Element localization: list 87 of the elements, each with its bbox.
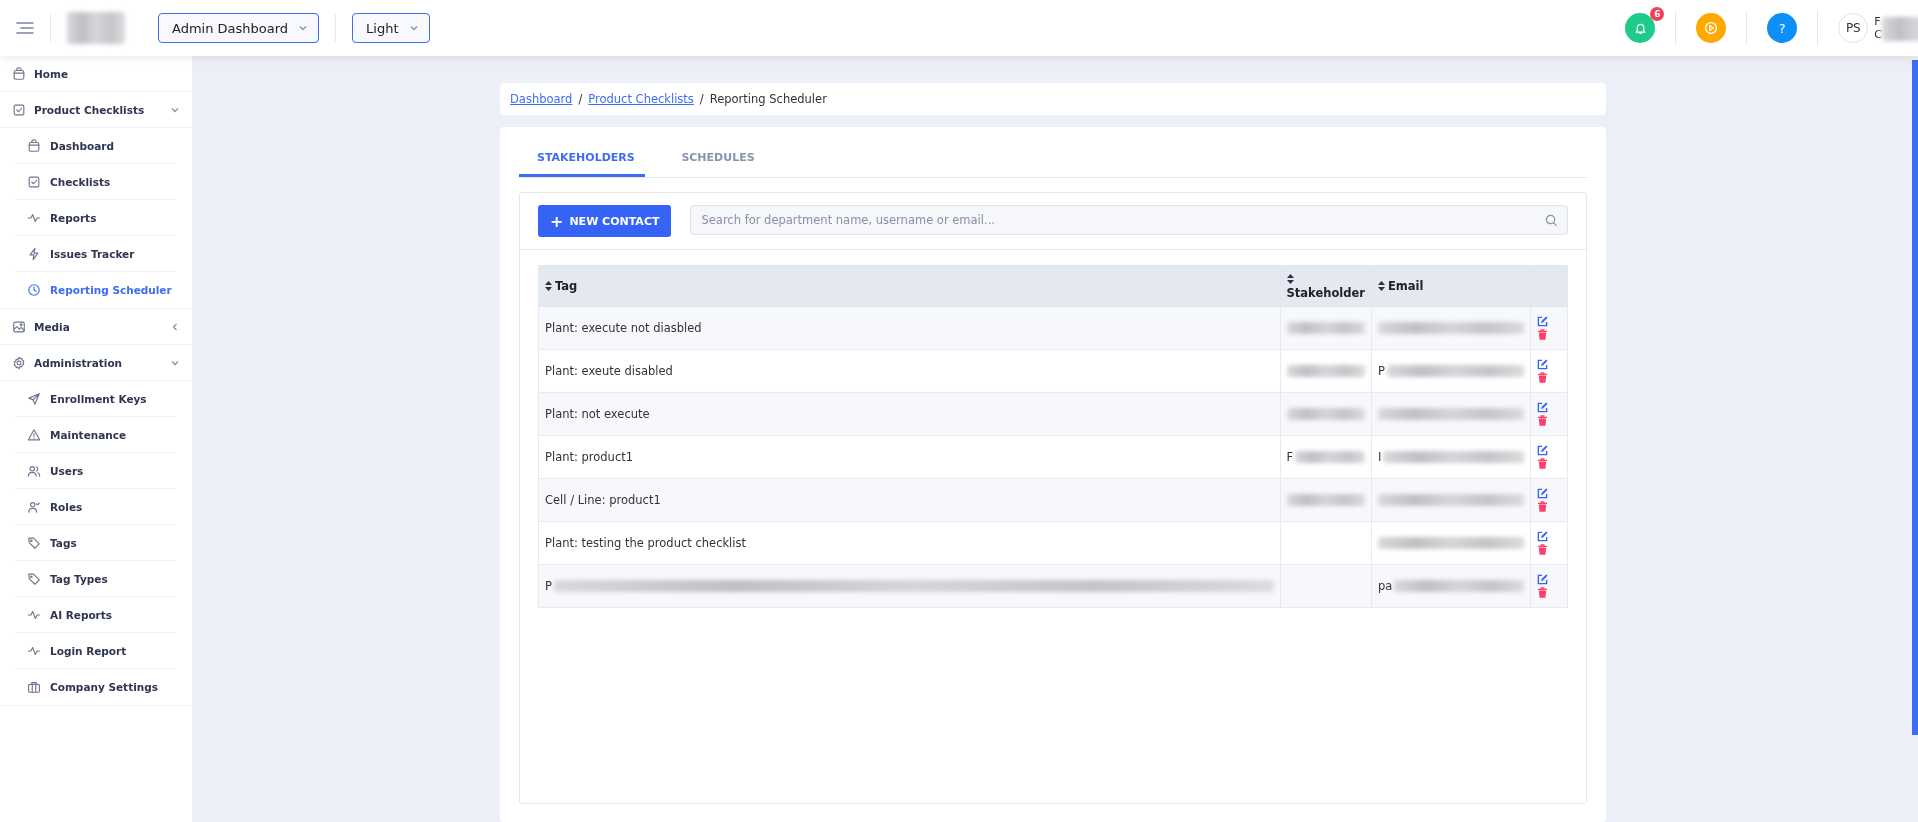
sidebar-item[interactable]: Users bbox=[15, 453, 176, 489]
lightning-icon bbox=[27, 246, 41, 261]
edit-icon[interactable] bbox=[1537, 488, 1548, 499]
cell-text: F bbox=[1286, 450, 1294, 464]
cell-text: Plant: testing the product checklist bbox=[545, 536, 746, 550]
edit-icon[interactable] bbox=[1537, 531, 1548, 542]
breadcrumb-current: Reporting Scheduler bbox=[709, 92, 827, 106]
bag-icon bbox=[27, 138, 41, 153]
user-check-icon bbox=[27, 499, 41, 514]
bag-icon bbox=[12, 66, 26, 81]
checkbox-icon bbox=[27, 174, 41, 189]
users-icon bbox=[27, 463, 41, 478]
column-header[interactable]: Email bbox=[1378, 279, 1424, 293]
trash-icon[interactable] bbox=[1537, 372, 1548, 383]
sidebar-item[interactable]: Home bbox=[0, 56, 192, 92]
sidebar-item[interactable]: Issues Tracker bbox=[15, 236, 176, 272]
cell-text: I bbox=[1378, 450, 1382, 464]
sort-icon[interactable] bbox=[1286, 274, 1294, 284]
tab[interactable]: STAKEHOLDERS bbox=[519, 139, 645, 177]
breadcrumb-separator: / bbox=[578, 92, 583, 106]
sidebar-item[interactable]: Maintenance bbox=[15, 417, 176, 453]
tag-icon bbox=[27, 571, 41, 586]
tag-icon bbox=[27, 535, 41, 550]
cell-text: Plant: execute not diasbled bbox=[545, 321, 702, 335]
edit-icon[interactable] bbox=[1537, 316, 1548, 327]
edit-icon[interactable] bbox=[1537, 359, 1548, 370]
paper-plane-icon bbox=[27, 391, 41, 406]
chevron-down-icon bbox=[408, 23, 419, 33]
dropdown[interactable]: Admin Dashboard bbox=[158, 13, 320, 43]
sidebar-item[interactable]: Administration bbox=[0, 345, 192, 381]
sidebar-item[interactable]: Checklists bbox=[15, 164, 176, 200]
search-field[interactable]: Search for department name, username or email... bbox=[690, 205, 1568, 235]
breadcrumb-link[interactable]: Dashboard bbox=[510, 92, 573, 106]
user-name-text: F bbox=[1874, 15, 1882, 28]
edit-icon[interactable] bbox=[1537, 445, 1548, 456]
edit-icon[interactable] bbox=[1537, 402, 1548, 413]
breadcrumb-separator: / bbox=[699, 92, 704, 106]
breadcrumb-link[interactable]: Product Checklists bbox=[588, 92, 694, 106]
new-contact-button[interactable]: + NEW CONTACT bbox=[538, 205, 672, 237]
trash-icon[interactable] bbox=[1537, 501, 1548, 512]
dropdown[interactable]: Light bbox=[352, 13, 430, 43]
sidebar-item[interactable]: Login Report bbox=[15, 633, 176, 669]
image-icon bbox=[12, 319, 26, 334]
menu-icon[interactable] bbox=[16, 21, 34, 35]
cell-text: Cell / Line: product1 bbox=[545, 493, 661, 507]
sidebar-item[interactable]: AI Reports bbox=[15, 597, 176, 633]
cell-text: pa bbox=[1378, 579, 1393, 593]
sidebar-item[interactable]: Media bbox=[0, 309, 192, 345]
cell-text: P bbox=[1378, 364, 1385, 378]
sidebar-item[interactable]: Product Checklists bbox=[0, 92, 192, 128]
trash-icon[interactable] bbox=[1537, 415, 1548, 426]
play-button[interactable] bbox=[1696, 13, 1727, 43]
edit-icon[interactable] bbox=[1537, 574, 1548, 585]
sidebar-item[interactable]: Tags bbox=[15, 525, 176, 561]
column-header[interactable]: Tag bbox=[545, 279, 578, 293]
sort-icon[interactable] bbox=[545, 281, 552, 291]
warning-icon bbox=[27, 427, 41, 442]
scrollbar[interactable] bbox=[1912, 60, 1918, 735]
play-icon bbox=[1704, 21, 1719, 35]
trash-icon[interactable] bbox=[1537, 544, 1548, 555]
sort-icon[interactable] bbox=[1378, 281, 1385, 291]
sidebar-item[interactable]: Roles bbox=[15, 489, 176, 525]
sidebar-item[interactable]: Reports bbox=[15, 200, 176, 236]
sidebar-item[interactable]: Dashboard bbox=[15, 128, 176, 164]
redaction-blur bbox=[1295, 451, 1365, 463]
sidebar-item[interactable]: Reporting Scheduler bbox=[15, 272, 176, 308]
user-avatar[interactable]: PS bbox=[1838, 13, 1869, 43]
sidebar-item[interactable]: Tag Types bbox=[15, 561, 176, 597]
trash-icon[interactable] bbox=[1537, 587, 1548, 598]
trash-icon[interactable] bbox=[1537, 458, 1548, 469]
bell-icon bbox=[1633, 21, 1647, 35]
cell-text: Plant: not execute bbox=[545, 407, 650, 421]
trash-icon[interactable] bbox=[1537, 329, 1548, 340]
cell-text: Plant: exeute disabled bbox=[545, 364, 673, 378]
cell-text: P bbox=[545, 579, 552, 593]
briefcase-icon bbox=[27, 680, 41, 694]
user-name-text: C bbox=[1874, 28, 1882, 41]
sidebar-item[interactable]: Enrollment Keys bbox=[15, 381, 176, 417]
sidebar-item[interactable]: Company Settings bbox=[15, 669, 176, 705]
clock-icon bbox=[27, 283, 41, 297]
chevron-down-icon bbox=[298, 23, 309, 33]
notifications-button[interactable] bbox=[1625, 13, 1656, 43]
search-icon bbox=[1545, 214, 1558, 227]
settings-icon bbox=[12, 355, 26, 370]
notification-badge: 6 bbox=[1650, 7, 1665, 21]
cell-text: Plant: product1 bbox=[545, 450, 634, 464]
checkbox-icon bbox=[12, 102, 26, 117]
